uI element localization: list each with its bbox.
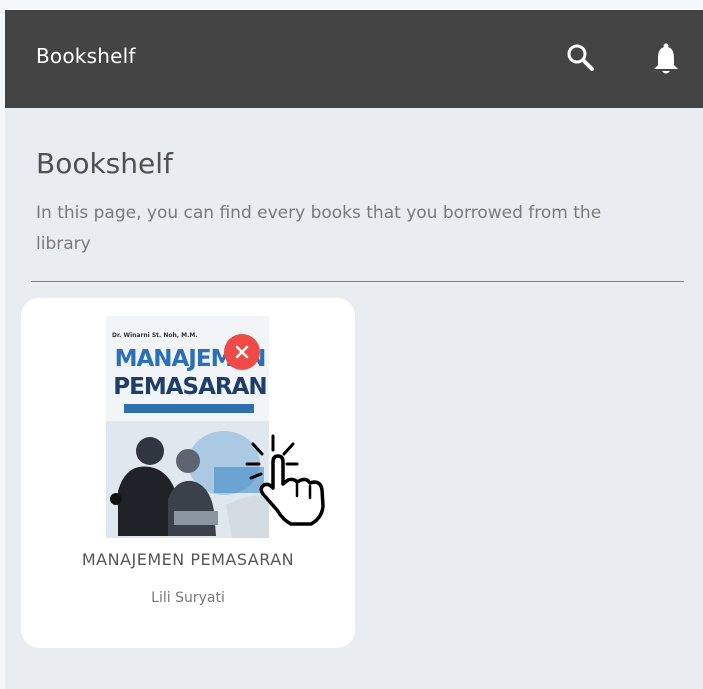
book-card[interactable]: Dr. Winarni St. Noh, M.M. MANAJEMEN PEMA…	[21, 298, 355, 648]
top-app-bar: Bookshelf	[5, 10, 703, 108]
page-title: Bookshelf	[36, 147, 173, 180]
book-title: MANAJEMEN PEMASARAN	[81, 550, 295, 569]
cover-author-line: Dr. Winarni St. Noh, M.M.	[112, 332, 198, 339]
remove-book-button[interactable]	[224, 334, 260, 370]
bookshelf-content: Bookshelf In this page, you can find eve…	[5, 108, 703, 689]
bell-icon	[654, 43, 678, 74]
search-icon	[567, 44, 594, 71]
page-description: In this page, you can find every books t…	[36, 203, 602, 254]
cover-title-line2: PEMASARAN	[113, 374, 267, 400]
search-button[interactable]	[561, 38, 601, 78]
book-author: Lili Suryati	[151, 590, 225, 606]
divider	[31, 281, 684, 282]
cover-band	[124, 404, 254, 413]
tap-hand-icon	[245, 434, 325, 526]
app-bar-title: Bookshelf	[36, 44, 136, 68]
app-root: Bookshelf Bookshelf In this page, you ca…	[5, 10, 703, 689]
notifications-button[interactable]	[646, 38, 686, 78]
close-icon	[235, 345, 249, 359]
